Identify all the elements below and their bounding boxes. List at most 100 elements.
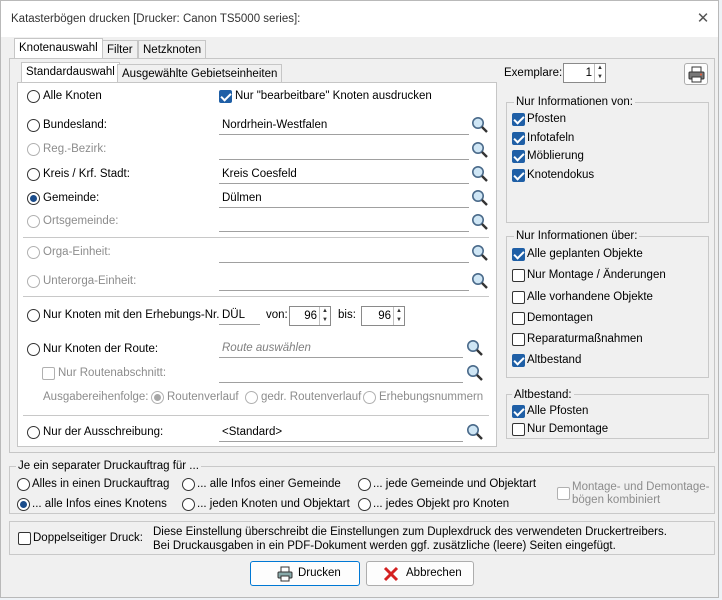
bundesland-field[interactable]: Nordrhein-Westfalen [219,115,469,135]
tab-filter[interactable]: Filter [102,40,138,59]
nur-bearbeitbar-checkbox[interactable] [219,90,232,103]
routenabschnitt-checkbox[interactable] [42,367,55,380]
alles-ein-auftrag-label: Alles in einen Druckauftrag [32,478,170,490]
search-icon[interactable] [471,272,489,290]
kreis-field[interactable]: Kreis Coesfeld [219,164,469,184]
search-icon[interactable] [471,165,489,183]
spin-down-icon[interactable]: ▼ [320,316,330,325]
knotendokus-checkbox[interactable] [512,169,525,182]
nur-demontage-checkbox[interactable] [512,423,525,436]
knotendokus-label: Knotendokus [527,169,595,181]
search-icon[interactable] [471,141,489,159]
duplex-note-2: Bei Druckausgaben in ein PDF-Dokument we… [153,540,616,552]
regbezirk-field[interactable] [219,140,469,160]
search-icon[interactable] [471,244,489,262]
alle-geplanten-checkbox[interactable] [512,248,525,261]
infos-knoten-radio[interactable] [17,498,30,511]
kombiniert-label: Montage- und Demontage- bögen kombiniert [572,481,710,506]
ausschreibung-label: Nur der Ausschreibung: [43,426,164,438]
print-button[interactable]: Drucken [250,561,360,586]
ortsgemeinde-radio[interactable] [27,215,40,228]
gemeinde-objektart-radio[interactable] [358,478,371,491]
objekt-knoten-label: ... jedes Objekt pro Knoten [373,498,510,510]
route-label: Nur Knoten der Route: [43,343,159,355]
nur-bearbeitbar-label: Nur "bearbeitbare" Knoten ausdrucken [235,90,432,102]
exemplare-stepper[interactable]: 1 ▲ ▼ [563,63,606,83]
routenverlauf-radio[interactable] [151,391,164,404]
erhebungsnummern-label: Erhebungsnummern [379,391,484,403]
search-icon[interactable] [471,116,489,134]
erhebungsnummern-radio[interactable] [363,391,376,404]
unterorga-radio[interactable] [27,275,40,288]
search-icon[interactable] [466,339,484,357]
spin-up-icon[interactable]: ▲ [595,64,605,73]
reparatur-checkbox[interactable] [512,333,525,346]
knoten-objektart-radio[interactable] [182,498,195,511]
gemeinde-objektart-label: ... jede Gemeinde und Objektart [373,478,537,490]
gemeinde-radio[interactable] [27,192,40,205]
pfosten-checkbox[interactable] [512,113,525,126]
bundesland-radio[interactable] [27,119,40,132]
unterorga-field[interactable] [219,271,469,291]
von-stepper[interactable]: 96 ▲ ▼ [289,306,331,326]
route-radio[interactable] [27,343,40,356]
altbestand-checkbox[interactable] [512,354,525,367]
search-icon[interactable] [466,423,484,441]
spin-down-icon[interactable]: ▼ [595,73,605,82]
routenabschnitt-field[interactable] [219,363,463,383]
kombiniert-checkbox[interactable] [557,487,570,500]
moeblierung-checkbox[interactable] [512,150,525,163]
ausschreibung-field[interactable]: <Standard> [219,422,463,442]
alle-pfosten-checkbox[interactable] [512,405,525,418]
infos-gemeinde-radio[interactable] [182,478,195,491]
search-icon[interactable] [471,213,489,231]
search-icon[interactable] [466,364,484,382]
gemeinde-field[interactable]: Dülmen [219,188,469,208]
search-icon[interactable] [471,189,489,207]
routenverlauf-label: Routenverlauf [167,391,239,403]
route-field[interactable]: Route auswählen [219,338,463,358]
demontagen-checkbox[interactable] [512,312,525,325]
tab-knotenauswahl[interactable]: Knotenauswahl [14,38,103,59]
info-ueber-title: Nur Informationen über: [514,230,640,242]
objekt-knoten-radio[interactable] [358,498,371,511]
regbezirk-radio[interactable] [27,143,40,156]
erhebung-label: Nur Knoten mit den Erhebungs-Nr. [43,309,220,321]
close-icon[interactable]: ✕ [691,7,715,31]
routenabschnitt-label: Nur Routenabschnitt: [58,367,167,379]
ausschreibung-radio[interactable] [27,426,40,439]
divider [23,415,489,416]
printer-icon [688,66,705,83]
erhebung-prefix-field[interactable]: DÜL [219,305,260,325]
printer-setup-button[interactable] [684,63,708,85]
cancel-label: Abbrechen [406,567,462,579]
von-label: von: [266,309,288,321]
alle-knoten-radio[interactable] [27,90,40,103]
spin-up-icon[interactable]: ▲ [320,307,330,316]
ausgabe-label: Ausgabereihenfolge: [43,391,149,403]
bis-stepper[interactable]: 96 ▲ ▼ [361,306,405,326]
nur-montage-checkbox[interactable] [512,269,525,282]
orga-radio[interactable] [27,246,40,259]
gedr-routenverlauf-label: gedr. Routenverlauf [261,391,362,403]
erhebung-radio[interactable] [27,309,40,322]
infotafeln-checkbox[interactable] [512,132,525,145]
print-dialog: Katasterbögen drucken [Drucker: Canon TS… [0,0,719,598]
printer-icon [277,566,293,582]
tab-gebietseinheiten[interactable]: Ausgewählte Gebietseinheiten [117,64,283,83]
tab-standardauswahl[interactable]: Standardauswahl [21,62,120,83]
spin-down-icon[interactable]: ▼ [394,316,404,325]
alle-vorhandene-checkbox[interactable] [512,291,525,304]
orga-field[interactable] [219,243,469,263]
moeblierung-label: Möblierung [527,150,584,162]
title-bar: Katasterbögen drucken [Drucker: Canon TS… [1,1,718,37]
cancel-button[interactable]: Abbrechen [366,561,474,586]
spin-up-icon[interactable]: ▲ [394,307,404,316]
gedr-routenverlauf-radio[interactable] [245,391,258,404]
knoten-objektart-label: ... jeden Knoten und Objektart [197,498,350,510]
alles-ein-auftrag-radio[interactable] [17,478,30,491]
kreis-radio[interactable] [27,168,40,181]
tab-netzknoten[interactable]: Netzknoten [138,40,207,59]
ortsgemeinde-field[interactable] [219,212,469,232]
doppelseitig-checkbox[interactable] [18,532,31,545]
